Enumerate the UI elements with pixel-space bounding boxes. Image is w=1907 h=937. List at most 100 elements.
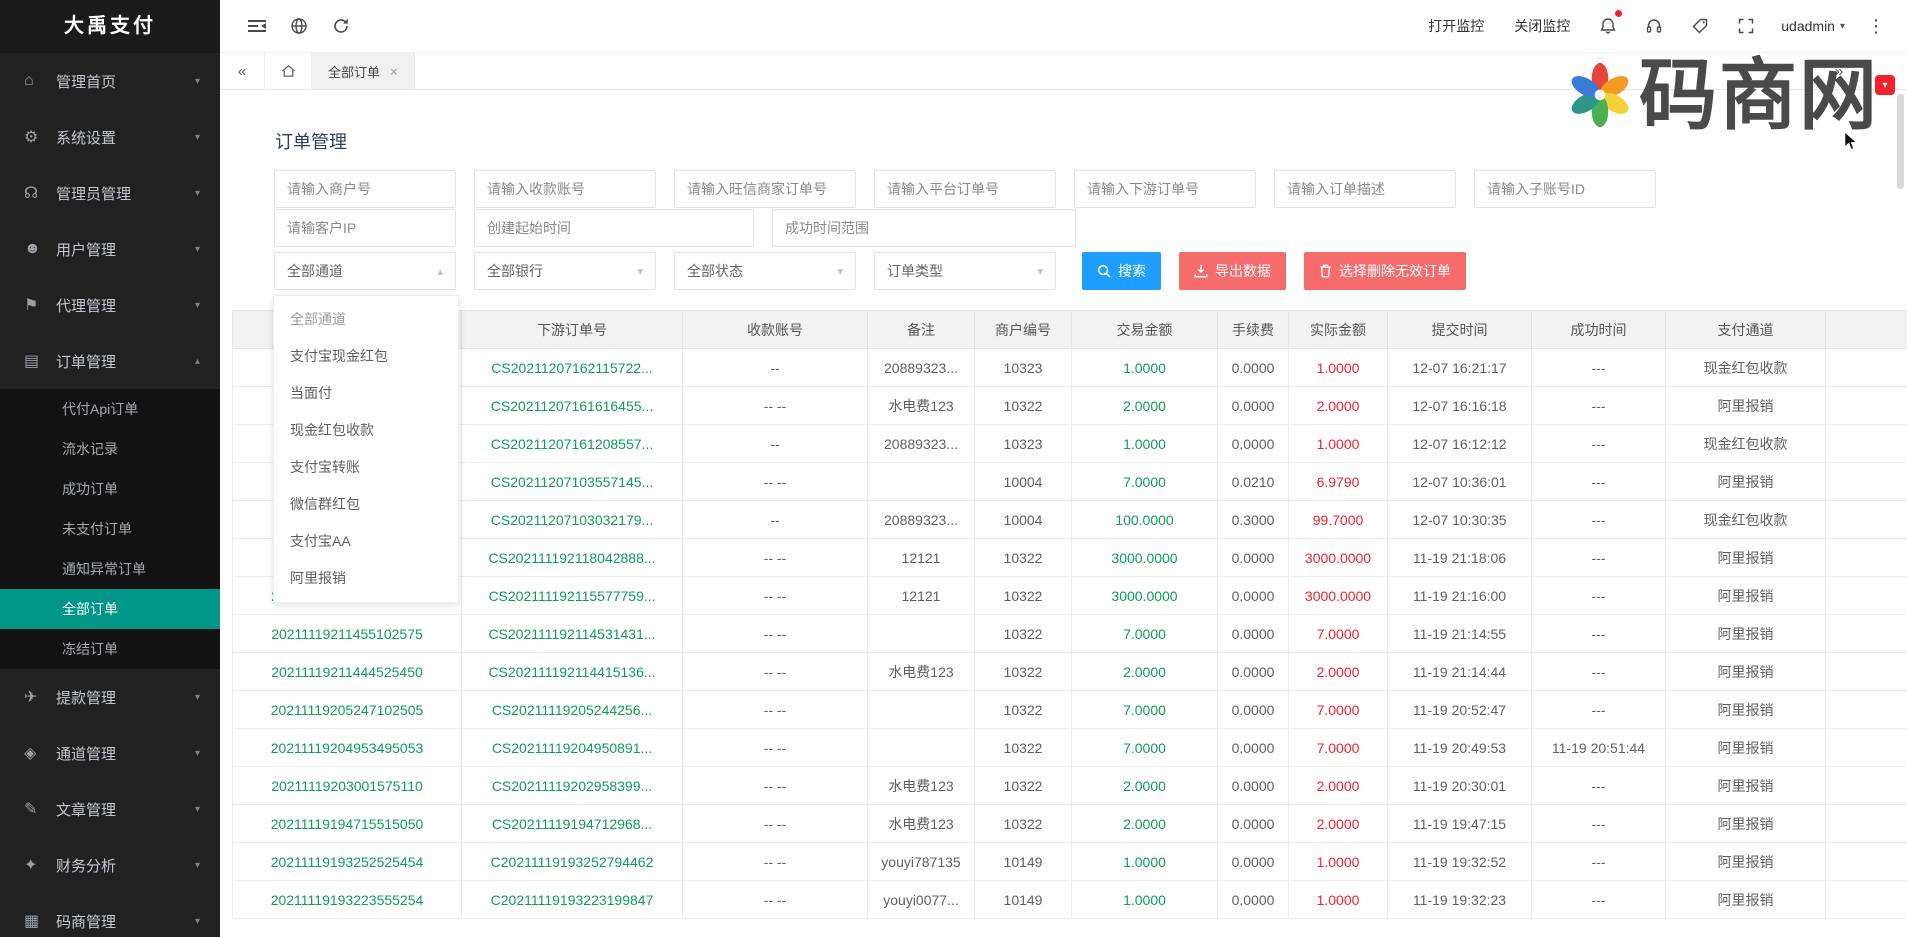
more-icon[interactable]: ⋮ (1859, 16, 1893, 37)
order-type-select[interactable]: 订单类型▾ (874, 252, 1056, 290)
sidebar-subitem-unpaid-orders[interactable]: 未支付订单 (0, 509, 220, 549)
tab-operations-button[interactable]: ▾ (1875, 75, 1895, 95)
bank-select[interactable]: 全部银行▾ (474, 252, 656, 290)
filter-input[interactable] (474, 209, 754, 247)
table-cell: 11-19 21:18:06 (1388, 539, 1532, 577)
page-title: 订单管理 (275, 128, 347, 154)
filter-input[interactable] (1074, 170, 1256, 208)
delete-invalid-orders-button[interactable]: 选择删除无效订单 (1304, 252, 1466, 290)
filter-input[interactable] (772, 209, 1076, 247)
table-cell: 20211119193223555254 (233, 881, 462, 919)
sidebar-item-label: 提款管理 (56, 687, 195, 708)
filter-input[interactable] (674, 170, 856, 208)
refresh-icon[interactable] (320, 8, 362, 44)
filter-input[interactable] (1474, 170, 1656, 208)
content: 订单管理 全部通道▴ 全部银行▾ 全部状态▾ 订单类型▾ 搜索 导出数据 选择删除无效… (220, 90, 1907, 937)
table-cell (1826, 501, 1907, 539)
sidebar-item-article[interactable]: ✎文章管理▾ (0, 781, 220, 837)
dropdown-option[interactable]: 现金红包收款 (274, 412, 458, 449)
tabs-scroll-right-icon[interactable]: » (1817, 53, 1861, 89)
sidebar-subitem-api-pay-orders[interactable]: 代付Api订单 (0, 389, 220, 429)
search-button[interactable]: 搜索 (1082, 252, 1161, 290)
table-cell: -- (683, 501, 868, 539)
sidebar-item-admin[interactable]: ☊管理员管理▾ (0, 165, 220, 221)
tab-home[interactable] (264, 53, 312, 89)
table-row: 20211119193252525454C2021111919325279446… (233, 843, 1907, 881)
support-icon[interactable] (1633, 8, 1675, 44)
table-cell: 10322 (975, 691, 1072, 729)
app-logo: 大禹支付 (0, 0, 220, 53)
collapse-menu-icon[interactable] (236, 8, 278, 44)
sidebar-subitem-flow-records[interactable]: 流水记录 (0, 429, 220, 469)
sidebar-item-withdraw[interactable]: ✈提款管理▾ (0, 669, 220, 725)
column-header: 成功时间 (1532, 311, 1666, 349)
table-cell: 阿里报销 (1666, 843, 1826, 881)
sidebar-item-order[interactable]: ▤订单管理▴ (0, 333, 220, 389)
table-cell: 0.0000 (1218, 577, 1289, 615)
table-cell: 7.0000 (1072, 463, 1218, 501)
sidebar-subitem-all-orders[interactable]: 全部订单 (0, 589, 220, 629)
status-select[interactable]: 全部状态▾ (674, 252, 856, 290)
filter-input[interactable] (1274, 170, 1456, 208)
bell-icon[interactable] (1587, 8, 1629, 44)
table-cell: -- -- (683, 691, 868, 729)
user-menu[interactable]: udadmin ▾ (1771, 18, 1855, 34)
table-cell: 阿里报销 (1666, 805, 1826, 843)
table-cell: 12121 (868, 577, 975, 615)
sidebar-subitem-frozen-orders[interactable]: 冻结订单 (0, 629, 220, 669)
table-cell: 7.0000 (1289, 691, 1388, 729)
sidebar-item-agent[interactable]: ⚑代理管理▾ (0, 277, 220, 333)
table-row: CS20211207103032179...--20889323...10004… (233, 501, 1907, 539)
column-header: 备注 (868, 311, 975, 349)
chevron-up-icon: ▴ (195, 356, 200, 367)
table-cell (1826, 653, 1907, 691)
dropdown-option[interactable]: 支付宝现金红包 (274, 338, 458, 375)
close-monitor-button[interactable]: 关闭监控 (1501, 16, 1583, 36)
table-cell: CS202111192114531431... (462, 615, 683, 653)
sidebar-item-channel[interactable]: ◈通道管理▾ (0, 725, 220, 781)
open-monitor-button[interactable]: 打开监控 (1415, 16, 1497, 36)
export-data-button[interactable]: 导出数据 (1179, 252, 1286, 290)
table-cell: 阿里报销 (1666, 539, 1826, 577)
sidebar-item-label: 通道管理 (56, 743, 195, 764)
table-cell: -- -- (683, 539, 868, 577)
table-cell: 7.0000 (1072, 615, 1218, 653)
sidebar-subitem-success-orders[interactable]: 成功订单 (0, 469, 220, 509)
table-cell: 0.0000 (1218, 691, 1289, 729)
channel-select[interactable]: 全部通道▴ (274, 252, 456, 290)
table-cell: 2.0000 (1072, 767, 1218, 805)
table-cell: CS20211119205244256... (462, 691, 683, 729)
table-header-row: 平台订单号下游订单号收款账号备注商户编号交易金额手续费实际金额提交时间成功时间支… (233, 311, 1907, 349)
sidebar-subitem-abnormal-orders[interactable]: 通知异常订单 (0, 549, 220, 589)
scrollbar-thumb[interactable] (1897, 94, 1904, 189)
sidebar-item-finance[interactable]: ✦财务分析▾ (0, 837, 220, 893)
username: udadmin (1781, 18, 1835, 34)
table-cell: 1.0000 (1289, 881, 1388, 919)
filter-input[interactable] (274, 209, 456, 247)
tag-icon[interactable] (1679, 8, 1721, 44)
filter-input[interactable] (474, 170, 656, 208)
sidebar-item-merchant[interactable]: ▦码商管理▾ (0, 893, 220, 937)
dropdown-option[interactable]: 支付宝转账 (274, 449, 458, 486)
sidebar-item-user[interactable]: ☻用户管理▾ (0, 221, 220, 277)
table-cell: CS20211207103557145... (462, 463, 683, 501)
close-icon[interactable]: × (390, 64, 398, 79)
dropdown-option[interactable]: 当面付 (274, 375, 458, 412)
dropdown-option[interactable]: 支付宝AA (274, 523, 458, 560)
sidebar-item-system[interactable]: ⚙系统设置▾ (0, 109, 220, 165)
dropdown-option[interactable]: 全部通道 (274, 301, 458, 338)
fullscreen-icon[interactable] (1725, 8, 1767, 44)
table-cell (1826, 691, 1907, 729)
sidebar-item-home[interactable]: ⌂管理首页▾ (0, 53, 220, 109)
table-row: 20211119211455102575CS202111192114531431… (233, 615, 1907, 653)
sidebar-item-label: 系统设置 (56, 127, 195, 148)
dropdown-option[interactable]: 阿里报销 (274, 560, 458, 597)
filter-input[interactable] (274, 170, 456, 208)
dropdown-option[interactable]: 微信群红包 (274, 486, 458, 523)
table-cell (1826, 805, 1907, 843)
tab-all-orders[interactable]: 全部订单 × (312, 53, 415, 89)
sidebar-item-label: 代理管理 (56, 295, 195, 316)
filter-input[interactable] (874, 170, 1056, 208)
tabs-scroll-left-icon[interactable]: « (220, 53, 264, 89)
globe-icon[interactable] (278, 8, 320, 44)
